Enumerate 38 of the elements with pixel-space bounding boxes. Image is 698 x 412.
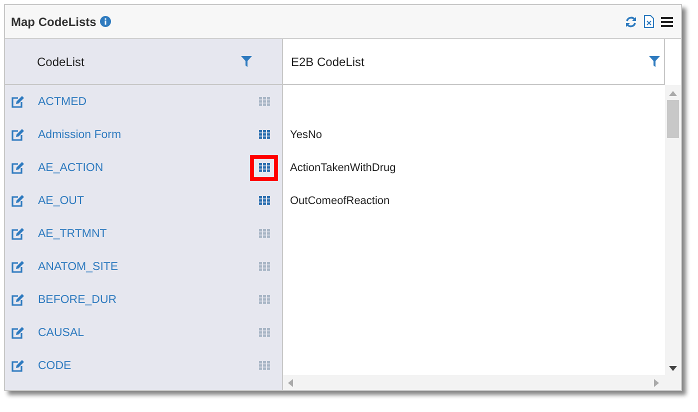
- codelist-link[interactable]: BEFORE_DUR: [38, 294, 250, 306]
- scroll-down-icon[interactable]: [669, 366, 677, 371]
- horizontal-scrollbar[interactable]: [283, 375, 681, 390]
- column-header: E2B CodeList: [291, 54, 364, 68]
- scroll-right-icon[interactable]: [654, 378, 659, 386]
- grid-icon[interactable]: [250, 154, 278, 180]
- edit-icon[interactable]: [11, 326, 24, 338]
- menu-icon[interactable]: [661, 16, 673, 26]
- codelist-link[interactable]: ACTMED: [38, 96, 250, 108]
- e2b-codelist-cell: YesNo: [290, 128, 322, 140]
- codelist-link[interactable]: ANATOM_SITE: [38, 260, 250, 272]
- edit-icon[interactable]: [11, 260, 24, 272]
- refresh-icon[interactable]: [625, 16, 637, 28]
- edit-icon[interactable]: [11, 128, 24, 140]
- scroll-left-icon[interactable]: [288, 378, 293, 386]
- edit-icon[interactable]: [11, 162, 24, 174]
- edit-icon[interactable]: [11, 360, 24, 372]
- e2b-codelist-cell: ActionTakenWithDrug: [290, 162, 396, 174]
- panel-title: Map CodeLists: [11, 14, 96, 28]
- edit-icon[interactable]: [11, 194, 24, 206]
- edit-icon[interactable]: [11, 294, 24, 306]
- excel-file-icon[interactable]: [644, 15, 654, 28]
- edit-icon[interactable]: [11, 228, 24, 240]
- codelist-link[interactable]: AE_OUT: [38, 194, 250, 206]
- scroll-thumb[interactable]: [667, 100, 679, 138]
- codelist-link[interactable]: CAUSAL: [38, 326, 250, 338]
- e2b-codelist-cell: OutComeofReaction: [290, 194, 390, 206]
- codelist-link[interactable]: AE_ACTION: [38, 162, 250, 174]
- filter-icon[interactable]: [649, 56, 660, 67]
- column-header: CodeList: [37, 54, 84, 68]
- codelist-link[interactable]: AE_TRTMNT: [38, 228, 250, 240]
- codelist-link[interactable]: Admission Form: [38, 128, 250, 140]
- vertical-scrollbar[interactable]: [665, 85, 681, 375]
- info-icon[interactable]: [100, 16, 112, 27]
- edit-icon[interactable]: [11, 96, 24, 108]
- scroll-up-icon[interactable]: [669, 91, 677, 96]
- filter-icon[interactable]: [241, 56, 252, 67]
- codelist-link[interactable]: CODE: [38, 360, 250, 372]
